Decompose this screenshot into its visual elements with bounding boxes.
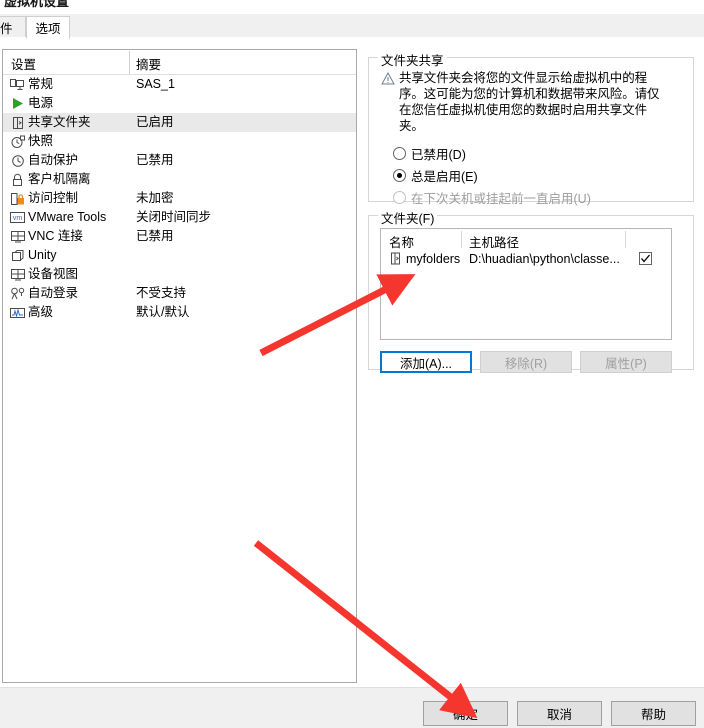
settings-row-label: 高级 [28,305,54,319]
settings-row-summary: 已启用 [136,115,174,129]
add-folder-button[interactable]: 添加(A)... [380,351,472,373]
radio-disabled[interactable]: 已禁用(D) [393,144,466,163]
folders-table-row[interactable]: myfolders D:\huadian\python\classe... [381,250,671,270]
warning-triangle-icon [381,70,399,134]
settings-list-header: 设置 摘要 [3,50,356,75]
settings-row-label: 快照 [28,134,54,148]
folder-properties-button: 属性(P) [580,351,672,373]
settings-row-9[interactable]: VNC 连接 已禁用 [3,227,356,246]
warning-text: 共享文件夹会将您的文件显示给虚拟机中的程序。这可能为您的计算机和数据带来风险。请… [399,71,660,133]
settings-row-label: 电源 [28,96,54,110]
window-title: 虚拟机设置 [4,0,70,9]
settings-row-label: 访问控制 [28,191,79,205]
help-button[interactable]: 帮助 [611,701,696,726]
snapshot-clock-icon [10,134,25,149]
svg-text:vm: vm [13,215,23,222]
device-view-icon [10,267,25,282]
settings-row-summary: SAS_1 [136,77,175,91]
folders-col-divider-2 [625,231,626,248]
settings-row-label: VMware Tools [28,210,107,224]
settings-list-body: 常规 SAS_1 电源 共享文件夹 已启用 快照 自动保护 已禁用 客户机隔离 访问控制 未加密 vm… [3,75,356,322]
settings-row-2[interactable]: 电源 [3,94,356,113]
folders-table-body: myfolders D:\huadian\python\classe... [381,250,671,270]
radio-bullet [393,147,406,160]
options-pane: 文件夹共享 共享文件夹会将您的文件显示给虚拟机中的程序。这可能为您的计算机和数据… [368,45,698,685]
folder-sharing-legend: 文件夹共享 [378,50,447,69]
radio-label: 总是启用(E) [411,170,478,184]
radio-label: 已禁用(D) [411,148,466,162]
column-header-settings: 设置 [11,58,37,72]
tab-strip: 硬件 选项 [0,14,704,39]
folder-name: myfolders [406,252,461,266]
settings-row-11[interactable]: 设备视图 [3,265,356,284]
radio-bullet [393,169,406,182]
column-header-summary: 摘要 [136,58,162,72]
settings-row-8[interactable]: vm VMware Tools 关闭时间同步 [3,208,356,227]
vm-settings-dialog: 虚拟机设置 硬件 选项 设置 摘要 常规 SAS_1 电源共享文件夹 已启用快照自动保… [0,0,704,728]
settings-row-3[interactable]: 共享文件夹 已启用 [3,113,356,132]
radio-always-enabled[interactable]: 总是启用(E) [393,166,478,185]
settings-row-summary: 不受支持 [136,286,187,300]
settings-row-10[interactable]: Unity [3,246,356,265]
folders-group: 文件夹(F) 名称 主机路径 myfolders D:\huadian\pytho… [368,208,694,373]
folders-col-path: 主机路径 [469,236,520,250]
auto-login-icon [10,286,25,301]
settings-row-7[interactable]: 访问控制 未加密 [3,189,356,208]
power-play-icon [10,96,25,111]
settings-row-label: 常规 [28,77,54,91]
folders-table-header: 名称 主机路径 [381,229,671,250]
ok-button[interactable]: 确定 [423,701,508,726]
content-area: 设置 摘要 常规 SAS_1 电源 共享文件夹 已启用 快照 自动保护 已禁用 客户机隔离 访问控… [0,37,704,687]
tab-options[interactable]: 选项 [26,16,70,39]
folder-enabled-checkbox[interactable] [639,252,652,265]
settings-row-summary: 默认/默认 [136,305,190,319]
vmware-tools-icon: vm [10,210,25,225]
access-control-icon [10,191,25,206]
advanced-icon [10,305,25,320]
remove-folder-button: 移除(R) [480,351,572,373]
radio-label: 在下次关机或挂起前一直启用(U) [411,192,591,206]
title-bar: 虚拟机设置 [0,0,704,14]
settings-row-label: 共享文件夹 [28,115,91,129]
settings-row-summary: 未加密 [136,191,174,205]
settings-row-label: Unity [28,248,57,262]
column-divider [129,51,130,75]
settings-row-label: 设备视图 [28,267,79,281]
settings-list[interactable]: 设置 摘要 常规 SAS_1 电源 共享文件夹 已启用 快照 自动保护 已禁用 客户机隔离 访问控… [2,49,357,683]
settings-row-13[interactable]: 高级 默认/默认 [3,303,356,322]
settings-row-5[interactable]: 自动保护 已禁用 [3,151,356,170]
settings-row-4[interactable]: 快照 [3,132,356,151]
settings-row-label: VNC 连接 [28,229,83,243]
folder-sharing-group: 文件夹共享 共享文件夹会将您的文件显示给虚拟机中的程序。这可能为您的计算机和数据… [368,50,694,206]
folder-host-path: D:\huadian\python\classe... [469,252,620,266]
settings-row-summary: 已禁用 [136,229,174,243]
settings-row-label: 自动登录 [28,286,79,300]
folders-table[interactable]: 名称 主机路径 myfolders D:\huadian\python\class… [380,228,672,340]
lock-icon [10,172,25,187]
autoprotect-icon [10,153,25,168]
settings-row-label: 自动保护 [28,153,79,167]
settings-row-summary: 已禁用 [136,153,174,167]
settings-row-label: 客户机隔离 [28,172,91,186]
folders-button-row: 添加(A)... 移除(R) 属性(P) [380,351,672,373]
vnc-icon [10,229,25,244]
folders-col-name: 名称 [389,236,415,250]
settings-row-1[interactable]: 常规 SAS_1 [3,75,356,94]
radio-until-shutdown: 在下次关机或挂起前一直启用(U) [393,188,591,207]
unity-icon [10,248,25,263]
folders-legend: 文件夹(F) [378,208,438,227]
folder-icon [389,252,403,266]
folders-col-divider-1 [461,231,462,248]
monitor-icon [10,77,25,92]
dialog-footer: 确定 取消 帮助 [0,687,704,728]
warning-row: 共享文件夹会将您的文件显示给虚拟机中的程序。这可能为您的计算机和数据带来风险。请… [381,70,681,134]
settings-row-summary: 关闭时间同步 [136,210,212,224]
radio-bullet [393,191,406,204]
tab-hardware[interactable]: 硬件 [0,16,26,39]
settings-row-12[interactable]: 自动登录 不受支持 [3,284,356,303]
shared-folder-icon [10,115,25,130]
cancel-button[interactable]: 取消 [517,701,602,726]
settings-row-6[interactable]: 客户机隔离 [3,170,356,189]
